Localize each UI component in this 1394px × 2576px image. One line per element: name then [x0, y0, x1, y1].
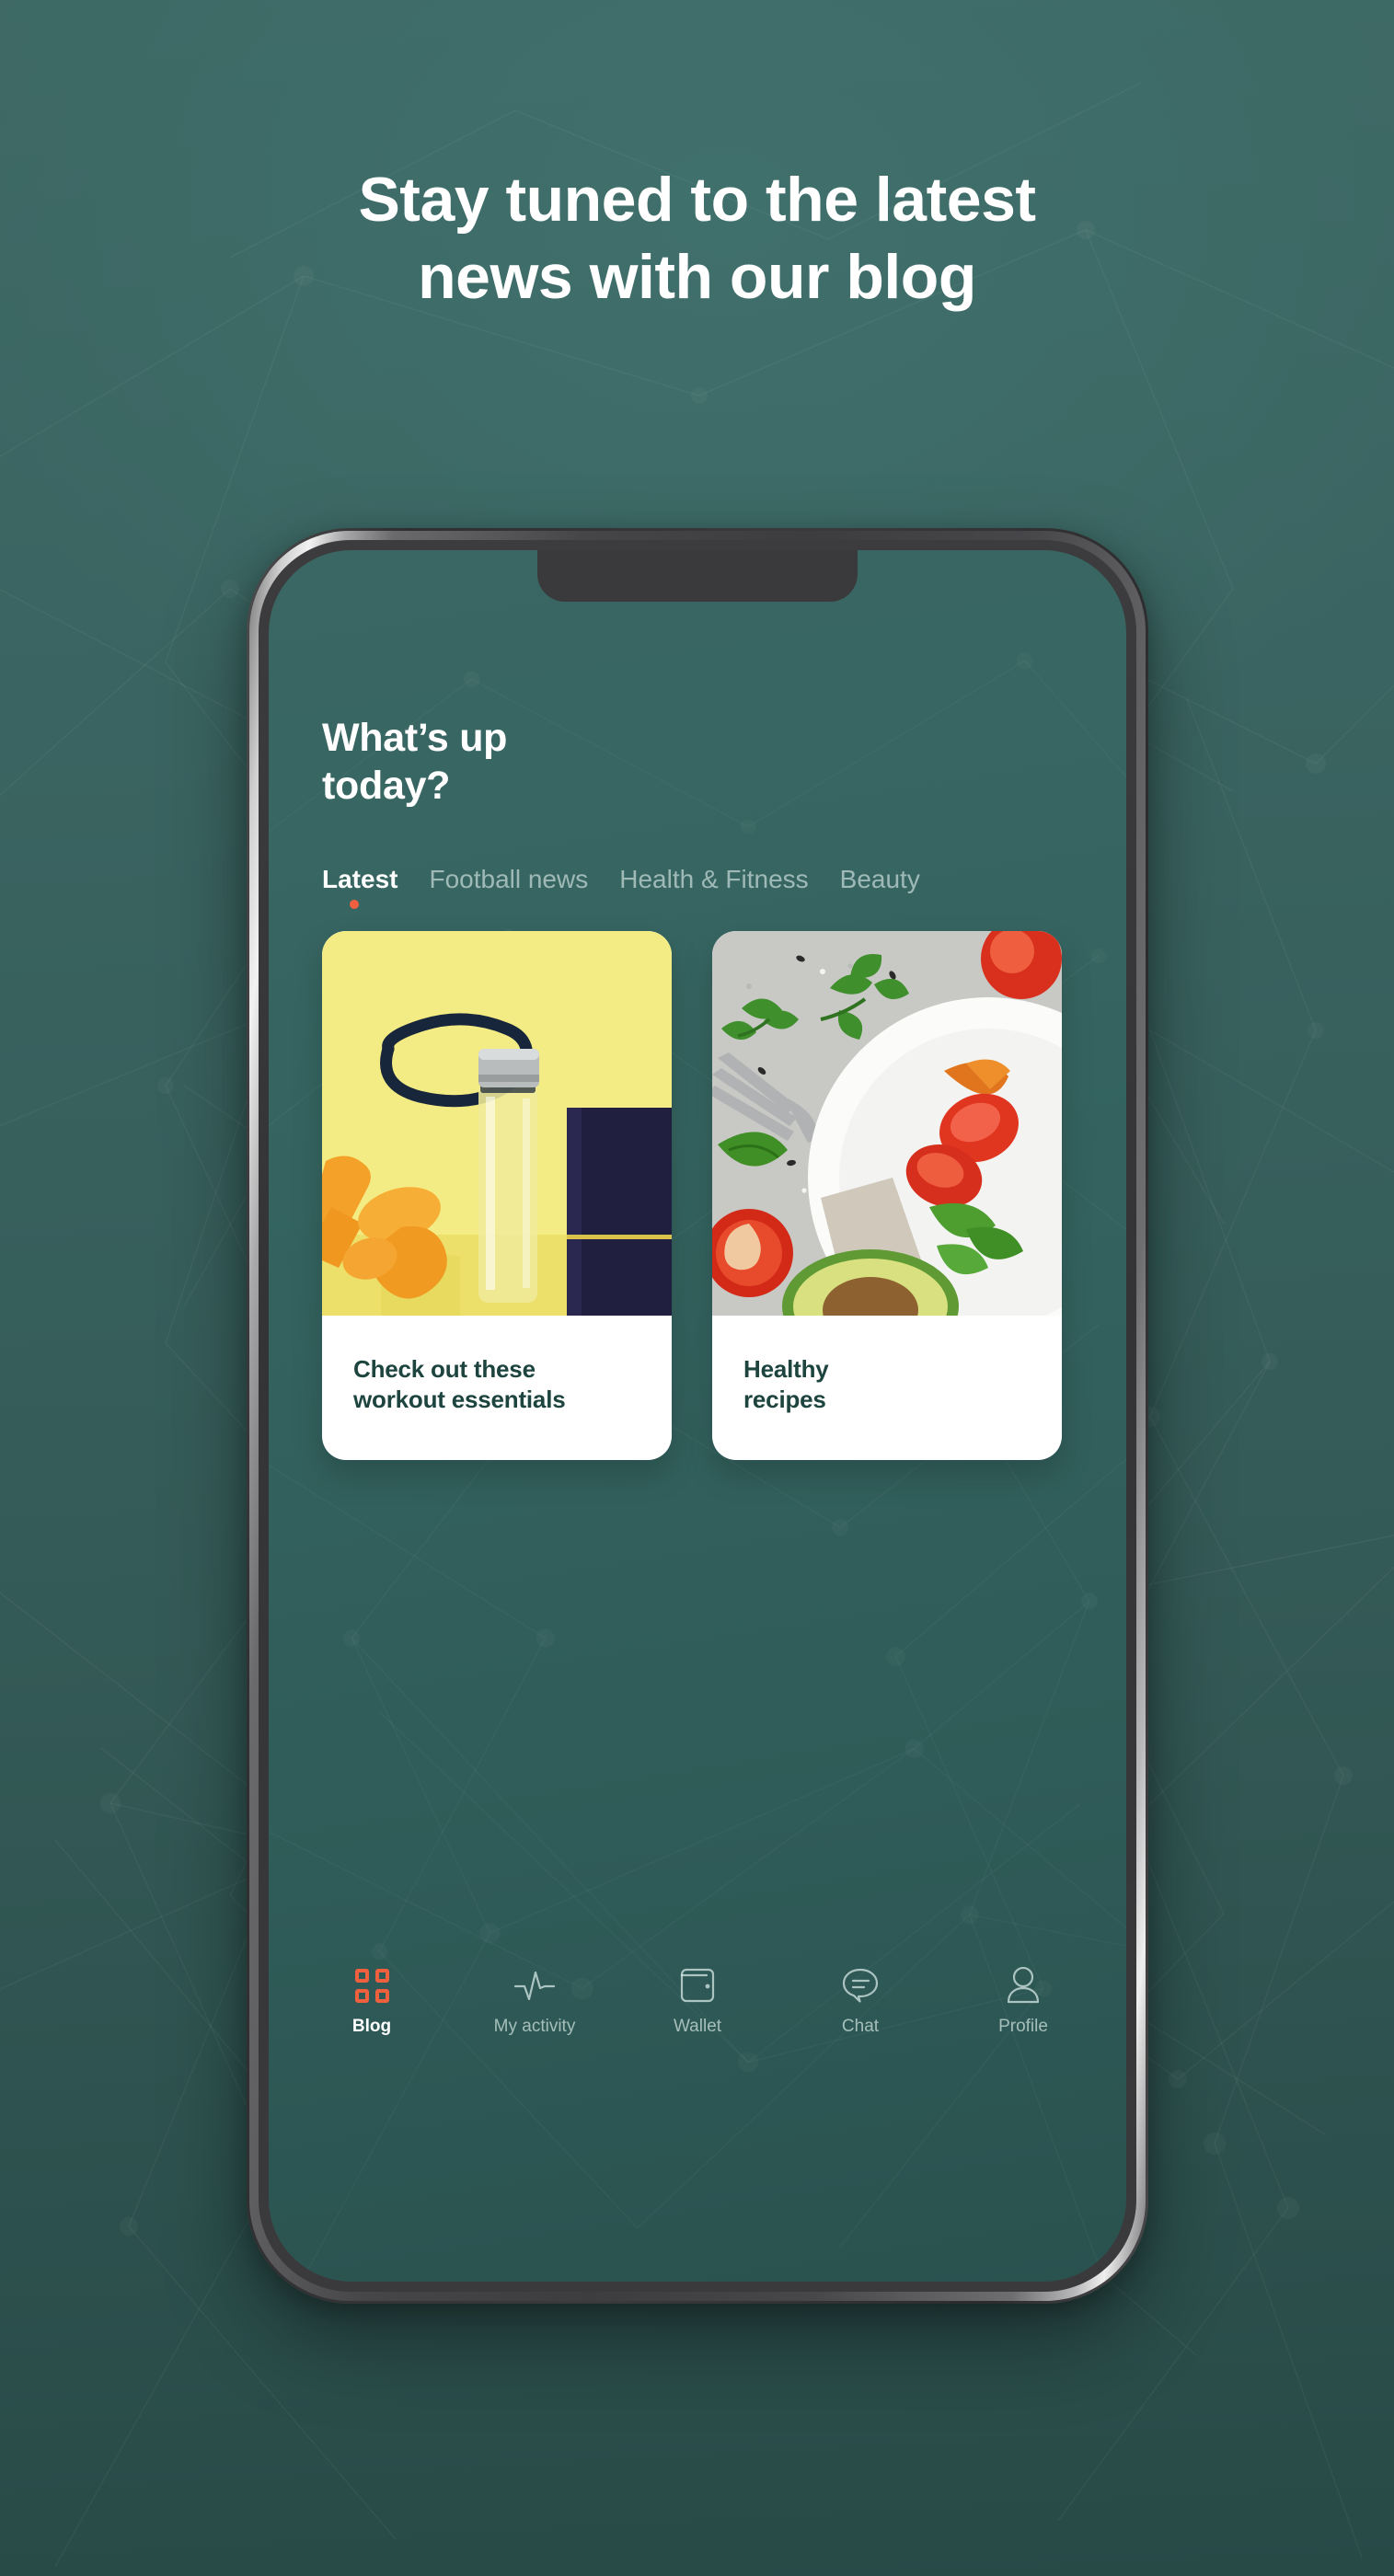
tab-latest[interactable]: Latest: [322, 865, 429, 909]
nav-item-wallet-label: Wallet: [673, 2017, 722, 2036]
tab-health-fitness[interactable]: Health & Fitness: [619, 867, 839, 892]
article-card-title: Check out these workout essentials: [353, 1355, 566, 1414]
nav-item-blog[interactable]: Blog: [320, 1965, 423, 2035]
promo-screenshot: Stay tuned to the latest news with our b…: [0, 0, 1394, 2576]
category-tabs: Latest Football news Health & Fitness Be…: [322, 865, 951, 909]
nav-item-blog-label: Blog: [351, 2017, 392, 2036]
phone-bezel: What’s up today? Latest Football news He…: [259, 540, 1136, 2292]
phone-notch: [537, 550, 858, 602]
active-tab-dot-icon: [350, 900, 359, 909]
grid-icon: [354, 1965, 389, 2006]
wallet-icon: [680, 1965, 715, 2006]
nav-item-my-activity-label: My activity: [493, 2017, 576, 2036]
chat-icon: [841, 1965, 880, 2006]
article-card-list: Check out these workout essentials Healt…: [322, 931, 1062, 1460]
article-image-workout-essentials: [322, 931, 672, 1316]
tab-football-news[interactable]: Football news: [429, 867, 619, 892]
nav-item-chat[interactable]: Chat: [809, 1965, 912, 2035]
bottom-navigation-bar: Blog My activity Wallet Chat Profile: [269, 1965, 1126, 2035]
nav-item-my-activity[interactable]: My activity: [483, 1965, 586, 2035]
article-card-body: Check out these workout essentials: [322, 1316, 672, 1460]
phone-screen: What’s up today? Latest Football news He…: [269, 550, 1126, 2282]
article-card-body: Healthy recipes: [712, 1316, 1062, 1460]
article-image-healthy-recipes: [712, 931, 1062, 1316]
phone-mockup: What’s up today? Latest Football news He…: [247, 528, 1148, 2304]
app-page-title: What’s up today?: [322, 716, 508, 808]
nav-item-profile-label: Profile: [998, 2017, 1048, 2036]
nav-item-profile[interactable]: Profile: [972, 1965, 1075, 2035]
tab-latest-label: Latest: [322, 865, 398, 893]
nav-item-chat-label: Chat: [841, 2017, 880, 2036]
profile-icon: [1006, 1965, 1041, 2006]
pulse-icon: [513, 1965, 556, 2006]
article-card[interactable]: Check out these workout essentials: [322, 931, 672, 1460]
page-headline: Stay tuned to the latest news with our b…: [358, 165, 1036, 312]
article-card-title: Healthy recipes: [743, 1355, 829, 1414]
app-content: What’s up today? Latest Football news He…: [269, 550, 1126, 2282]
tab-beauty[interactable]: Beauty: [840, 867, 951, 892]
nav-item-wallet[interactable]: Wallet: [646, 1965, 749, 2035]
article-card[interactable]: Healthy recipes: [712, 931, 1062, 1460]
